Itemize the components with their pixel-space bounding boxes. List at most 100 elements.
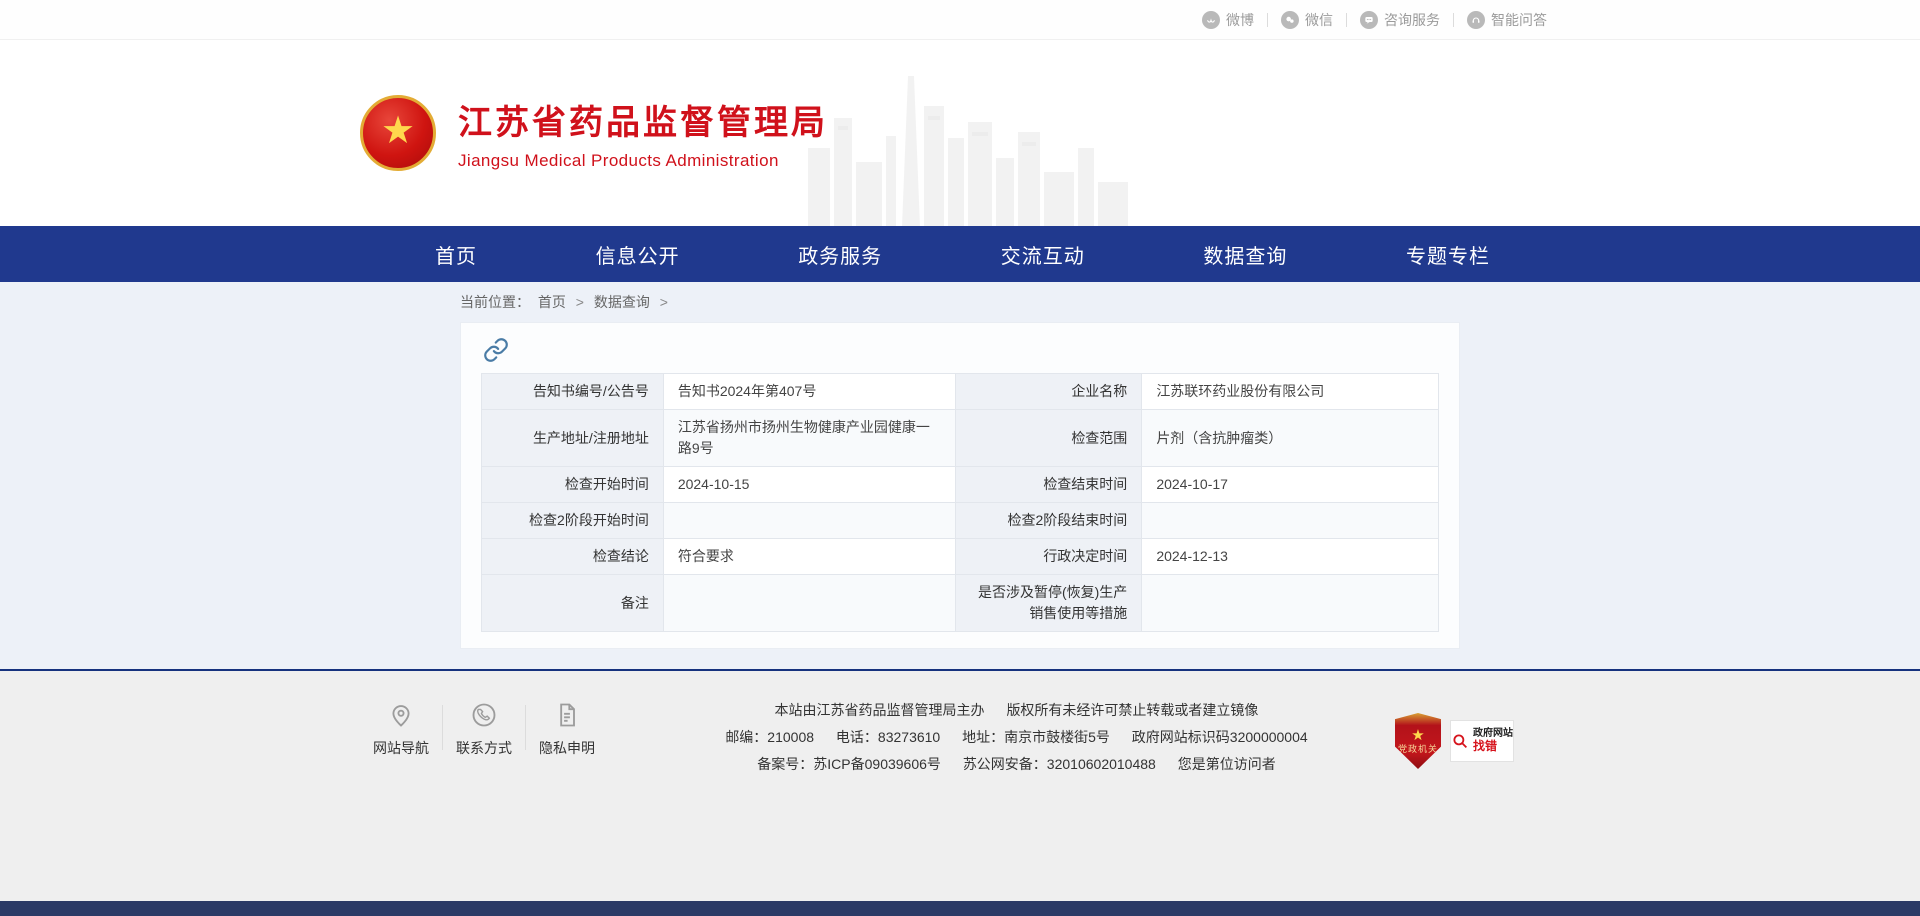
smart-qa-icon [1467, 11, 1485, 29]
row-value: 2024-10-17 [1142, 467, 1439, 503]
footer-copyright-text: 版权所有未经许可禁止转载或者建立镜像 [1006, 702, 1258, 718]
consult-service-link[interactable]: 咨询服务 [1347, 10, 1453, 30]
row-label: 企业名称 [955, 374, 1142, 410]
table-row: 备注 是否涉及暂停(恢复)生产销售使用等措施 [482, 575, 1439, 632]
footer-nav-sitemap-label: 网站导航 [373, 740, 429, 756]
party-gov-badge[interactable]: ★ 党政机关 [1395, 713, 1441, 769]
row-value [663, 575, 955, 632]
row-label: 检查结束时间 [955, 467, 1142, 503]
topbar: 微博 微信 咨询服务 智能问答 [0, 0, 1920, 40]
footer-line-2: 邮编：210008 电话：83273610 地址：南京市鼓楼街5号 政府网站标识… [648, 724, 1385, 751]
table-row: 检查2阶段开始时间 检查2阶段结束时间 [482, 503, 1439, 539]
site-error-badge-text: 政府网站 找错 [1473, 728, 1513, 753]
consult-service-icon [1360, 11, 1378, 29]
breadcrumb-prefix: 当前位置： [460, 294, 530, 310]
footer-visitor-text: 您是第位访问者 [1178, 756, 1276, 772]
link-icon [483, 337, 509, 363]
wechat-link[interactable]: 微信 [1268, 10, 1346, 30]
footer-nav-contact-label: 联系方式 [456, 740, 512, 756]
skyline-watermark [808, 76, 1128, 226]
footer-host-text: 本站由江苏省药品监督管理局主办 [775, 702, 985, 718]
footer-nav-sitemap[interactable]: 网站导航 [360, 697, 442, 758]
breadcrumb: 当前位置： 首页 > 数据查询 > [360, 282, 1560, 322]
phone-icon [470, 701, 498, 729]
row-label: 检查开始时间 [482, 467, 664, 503]
row-label: 告知书编号/公告号 [482, 374, 664, 410]
footer-line-3: 备案号：苏ICP备09039606号 苏公网安备：32010602010488 … [648, 751, 1385, 778]
row-label: 备注 [482, 575, 664, 632]
nav-item-home[interactable]: 首页 [435, 240, 477, 269]
footer-quick-links: 网站导航 联系方式 隐私申明 [360, 697, 608, 758]
row-label: 检查范围 [955, 410, 1142, 467]
site-error-badge[interactable]: 政府网站 找错 [1450, 720, 1514, 762]
main-navigation: 首页 信息公开 政务服务 交流互动 数据查询 专题专栏 [0, 226, 1920, 282]
footer-site-id: 政府网站标识码3200000004 [1132, 729, 1308, 745]
breadcrumb-separator: > [576, 294, 584, 310]
weibo-label: 微博 [1226, 10, 1254, 30]
breadcrumb-link-home[interactable]: 首页 [538, 294, 566, 310]
table-row: 检查结论 符合要求 行政决定时间 2024-12-13 [482, 539, 1439, 575]
shield-star-icon: ★ [1411, 728, 1424, 743]
consult-service-label: 咨询服务 [1384, 10, 1440, 30]
row-label: 行政决定时间 [955, 539, 1142, 575]
site-header: ★ 江苏省药品监督管理局 Jiangsu Medical Products Ad… [0, 40, 1920, 226]
row-value [1142, 503, 1439, 539]
site-error-badge-bottom: 找错 [1473, 740, 1513, 754]
national-emblem-logo: ★ [360, 95, 436, 171]
footer-postcode: 邮编：210008 [725, 729, 814, 745]
weibo-link[interactable]: 微博 [1189, 10, 1267, 30]
breadcrumb-link-data-query[interactable]: 数据查询 [594, 294, 650, 310]
row-label: 检查2阶段开始时间 [482, 503, 664, 539]
footer-nav-privacy[interactable]: 隐私申明 [526, 697, 608, 758]
footer-badges: ★ 党政机关 政府网站 找错 [1395, 713, 1514, 769]
table-row: 生产地址/注册地址 江苏省扬州市扬州生物健康产业园健康一路9号 检查范围 片剂（… [482, 410, 1439, 467]
row-value: 江苏省扬州市扬州生物健康产业园健康一路9号 [663, 410, 955, 467]
nav-item-gov-services[interactable]: 政务服务 [798, 240, 882, 269]
row-value [1142, 575, 1439, 632]
row-value [663, 503, 955, 539]
document-icon [553, 701, 581, 729]
magnifier-icon [1451, 732, 1469, 750]
smart-qa-link[interactable]: 智能问答 [1454, 10, 1560, 30]
row-value: 2024-12-13 [1142, 539, 1439, 575]
footer-phone: 电话：83273610 [836, 729, 940, 745]
row-value: 片剂（含抗肿瘤类） [1142, 410, 1439, 467]
detail-table: 告知书编号/公告号 告知书2024年第407号 企业名称 江苏联环药业股份有限公… [481, 373, 1439, 632]
nav-item-interaction[interactable]: 交流互动 [1001, 240, 1085, 269]
site-footer: 网站导航 联系方式 隐私申明 本站由 [0, 669, 1920, 901]
footer-nav-privacy-label: 隐私申明 [539, 740, 595, 756]
site-subtitle: Jiangsu Medical Products Administration [458, 151, 828, 171]
footer-nav-contact[interactable]: 联系方式 [443, 697, 525, 758]
footer-line-1: 本站由江苏省药品监督管理局主办 版权所有未经许可禁止转载或者建立镜像 [648, 697, 1385, 724]
party-gov-badge-label: 党政机关 [1398, 745, 1438, 754]
nav-item-data-query[interactable]: 数据查询 [1203, 240, 1287, 269]
bottom-bar [0, 901, 1920, 916]
wechat-icon [1281, 11, 1299, 29]
row-label: 是否涉及暂停(恢复)生产销售使用等措施 [955, 575, 1142, 632]
emblem-star-icon: ★ [381, 112, 415, 150]
row-value: 江苏联环药业股份有限公司 [1142, 374, 1439, 410]
row-value: 告知书2024年第407号 [663, 374, 955, 410]
row-value: 符合要求 [663, 539, 955, 575]
row-label: 生产地址/注册地址 [482, 410, 664, 467]
site-titles: 江苏省药品监督管理局 Jiangsu Medical Products Admi… [458, 95, 828, 171]
content-area: 当前位置： 首页 > 数据查询 > 告知书编号/公告号 告知书2024年第407… [0, 282, 1920, 669]
wechat-label: 微信 [1305, 10, 1333, 30]
table-row: 检查开始时间 2024-10-15 检查结束时间 2024-10-17 [482, 467, 1439, 503]
nav-item-info-disclosure[interactable]: 信息公开 [596, 240, 680, 269]
footer-icp-number: 备案号：苏ICP备09039606号 [757, 756, 941, 772]
footer-address: 地址：南京市鼓楼街5号 [962, 729, 1110, 745]
row-label: 检查2阶段结束时间 [955, 503, 1142, 539]
site-title: 江苏省药品监督管理局 [458, 95, 828, 144]
breadcrumb-separator: > [660, 294, 668, 310]
row-label: 检查结论 [482, 539, 664, 575]
map-pin-icon [387, 701, 415, 729]
footer-info: 本站由江苏省药品监督管理局主办 版权所有未经许可禁止转载或者建立镜像 邮编：21… [608, 697, 1395, 778]
smart-qa-label: 智能问答 [1491, 10, 1547, 30]
nav-item-special-topics[interactable]: 专题专栏 [1406, 240, 1490, 269]
weibo-icon [1202, 11, 1220, 29]
row-value: 2024-10-15 [663, 467, 955, 503]
detail-card: 告知书编号/公告号 告知书2024年第407号 企业名称 江苏联环药业股份有限公… [460, 322, 1460, 649]
footer-security-number: 苏公网安备：32010602010488 [963, 756, 1156, 772]
table-row: 告知书编号/公告号 告知书2024年第407号 企业名称 江苏联环药业股份有限公… [482, 374, 1439, 410]
